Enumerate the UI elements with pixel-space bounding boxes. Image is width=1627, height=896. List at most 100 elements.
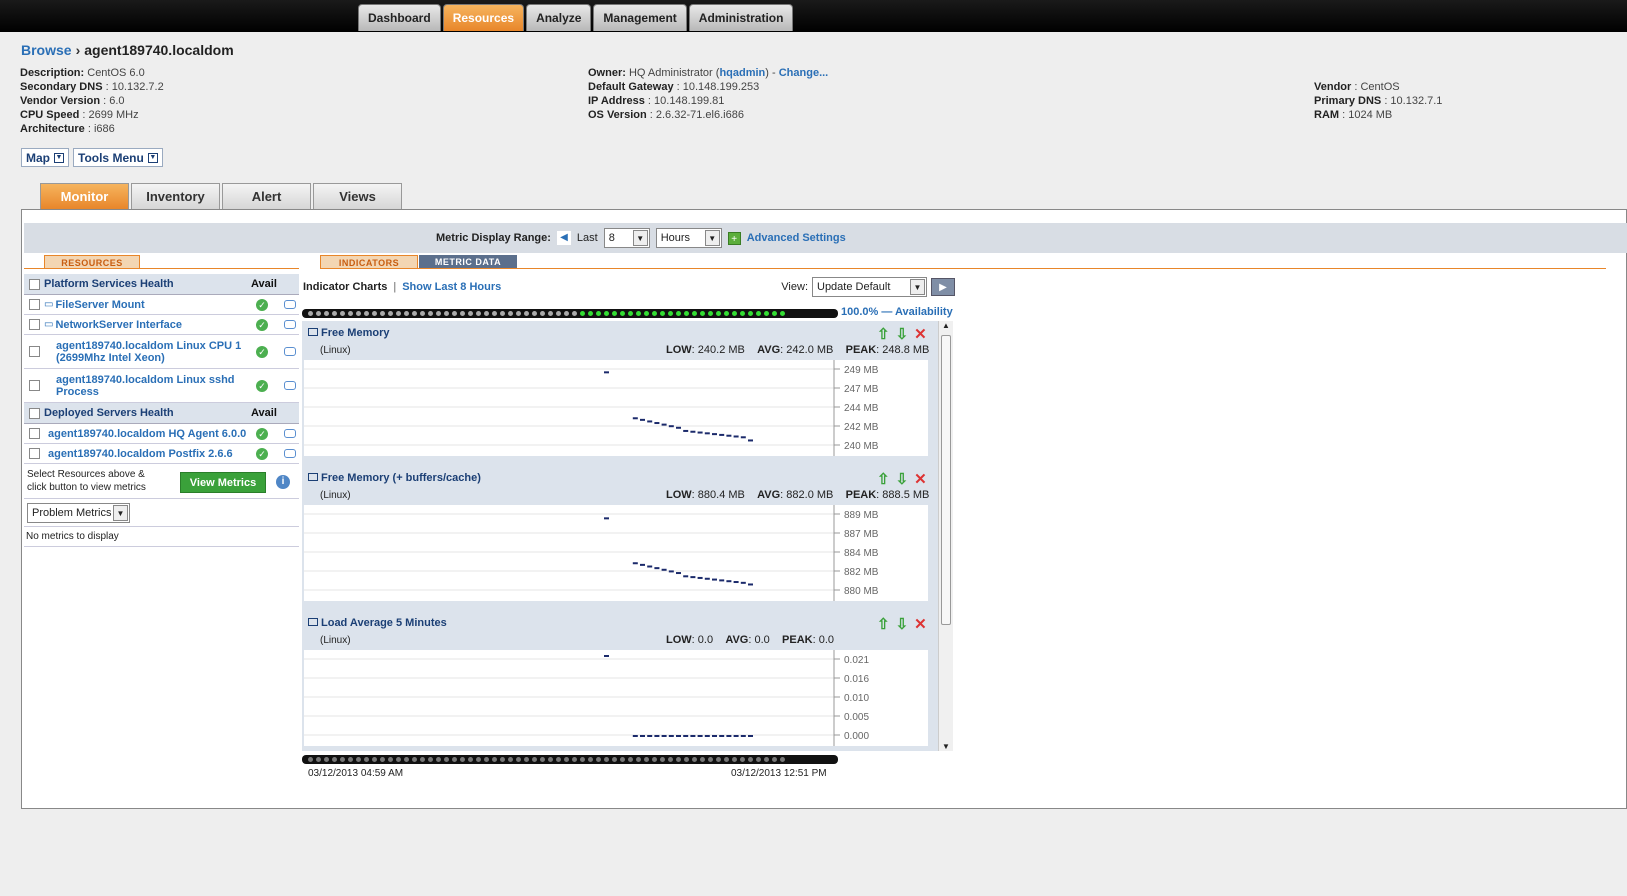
- availability-dot: [332, 311, 337, 316]
- go-arrow-icon[interactable]: ▶: [931, 278, 955, 296]
- remove-chart-icon[interactable]: ✕: [914, 325, 927, 343]
- tab-alert[interactable]: Alert: [222, 183, 311, 209]
- scrollbar-thumb[interactable]: [941, 335, 951, 625]
- tab-administration[interactable]: Administration: [688, 4, 794, 31]
- resource-link[interactable]: agent189740.localdom HQ Agent 6.0.0: [44, 428, 256, 440]
- range-back-icon[interactable]: ◀: [556, 231, 571, 245]
- availability-dot: [748, 311, 753, 316]
- resource-link[interactable]: NetworkServer Interface: [55, 319, 256, 331]
- timeline-dot: [492, 757, 497, 762]
- data-point: [676, 735, 681, 737]
- select-all-checkbox[interactable]: [29, 407, 40, 419]
- list-item[interactable]: agent189740.localdom HQ Agent 6.0.0 ✓: [24, 424, 299, 444]
- row-checkbox[interactable]: [29, 299, 40, 310]
- row-checkbox[interactable]: [29, 380, 40, 391]
- availability-dot: [452, 311, 457, 316]
- availability-dot: [500, 311, 505, 316]
- move-down-icon[interactable]: ⇩: [896, 325, 909, 343]
- move-up-icon[interactable]: ⇧: [877, 325, 890, 343]
- view-select[interactable]: Update Default ▼: [812, 277, 927, 297]
- data-point: [604, 517, 609, 520]
- remove-chart-icon[interactable]: ✕: [914, 615, 927, 633]
- chevron-down-icon: ▼: [704, 230, 720, 246]
- y-tick-label: 882 MB: [844, 567, 879, 578]
- expand-icon[interactable]: +: [727, 231, 741, 245]
- list-item[interactable]: agent189740.localdom Postfix 2.6.6 ✓: [24, 444, 299, 464]
- resource-link[interactable]: agent189740.localdom Postfix 2.6.6: [44, 448, 256, 460]
- charts-scrollbar[interactable]: ▲ ▼: [938, 321, 953, 751]
- comment-icon[interactable]: [284, 449, 296, 458]
- comment-icon[interactable]: [284, 381, 296, 390]
- availability-dot: [364, 311, 369, 316]
- prop-ram: RAM : 1024 MB: [1314, 109, 1393, 121]
- comment-icon[interactable]: [284, 320, 296, 329]
- folder-icon: ▭: [44, 299, 54, 310]
- range-count-select[interactable]: 8 ▼: [603, 228, 650, 248]
- row-checkbox[interactable]: [29, 428, 40, 439]
- comment-icon[interactable]: [284, 429, 296, 438]
- chart-stats: LOW: 0.0 AVG: 0.0 PEAK: 0.0: [666, 634, 834, 646]
- resource-link[interactable]: agent189740.localdom Linux sshd Process: [44, 374, 256, 398]
- timeline-dot: [676, 757, 681, 762]
- chart-title[interactable]: Free Memory: [308, 327, 389, 339]
- stat-peak: 888.5 MB: [882, 489, 930, 501]
- remove-chart-icon[interactable]: ✕: [914, 470, 927, 488]
- owner-link[interactable]: hqadmin: [719, 67, 765, 79]
- advanced-settings-link[interactable]: Advanced Settings: [747, 232, 846, 244]
- range-unit-value: Hours: [660, 232, 691, 244]
- timeline-dot: [716, 757, 721, 762]
- timeline-dot: [668, 757, 673, 762]
- tab-indicators[interactable]: INDICATORS: [320, 255, 418, 269]
- row-checkbox[interactable]: [29, 448, 40, 459]
- data-point: [726, 580, 732, 583]
- move-down-icon[interactable]: ⇩: [896, 615, 909, 633]
- resource-link[interactable]: agent189740.localdom Linux CPU 1 (2699Mh…: [44, 340, 256, 364]
- chart-title[interactable]: Load Average 5 Minutes: [308, 617, 447, 629]
- breadcrumb: Browse › agent189740.localdom: [21, 42, 234, 58]
- data-point: [647, 735, 653, 737]
- divider: [24, 498, 299, 499]
- prop-owner: Owner: HQ Administrator (hqadmin) - Chan…: [588, 67, 829, 79]
- tab-analyze[interactable]: Analyze: [526, 4, 592, 31]
- comment-icon[interactable]: [284, 347, 296, 356]
- problem-metrics-select[interactable]: Problem Metrics ▼: [27, 503, 130, 523]
- tab-views[interactable]: Views: [313, 183, 402, 209]
- list-item[interactable]: agent189740.localdom Linux sshd Process …: [24, 369, 299, 403]
- scroll-down-icon[interactable]: ▼: [942, 742, 950, 751]
- y-tick-label: 0.021: [844, 655, 869, 666]
- tab-monitor[interactable]: Monitor: [40, 183, 129, 209]
- range-unit-select[interactable]: Hours ▼: [655, 228, 722, 248]
- resource-link[interactable]: FileServer Mount: [55, 299, 256, 311]
- list-item[interactable]: ▭ NetworkServer Interface ✓: [24, 315, 299, 335]
- row-checkbox[interactable]: [29, 319, 40, 330]
- list-item[interactable]: agent189740.localdom Linux CPU 1 (2699Mh…: [24, 335, 299, 369]
- row-checkbox[interactable]: [29, 346, 40, 357]
- info-icon[interactable]: i: [276, 475, 290, 489]
- tab-resources[interactable]: Resources: [442, 4, 525, 31]
- timeline-bar[interactable]: [302, 755, 838, 764]
- comment-icon[interactable]: [284, 300, 296, 309]
- tab-inventory[interactable]: Inventory: [131, 183, 220, 209]
- availability-dot: [548, 311, 553, 316]
- timeline-dot: [596, 757, 601, 762]
- data-point: [661, 568, 667, 571]
- show-last-link[interactable]: Show Last 8 Hours: [402, 281, 501, 293]
- move-down-icon[interactable]: ⇩: [896, 470, 909, 488]
- map-menu-button[interactable]: Map ▼: [21, 148, 69, 167]
- data-point: [697, 735, 703, 737]
- move-up-icon[interactable]: ⇧: [877, 470, 890, 488]
- tab-dashboard[interactable]: Dashboard: [358, 4, 441, 31]
- change-owner-link[interactable]: Change...: [779, 67, 829, 79]
- list-item[interactable]: ▭ FileServer Mount ✓: [24, 295, 299, 315]
- scroll-up-icon[interactable]: ▲: [942, 321, 950, 330]
- breadcrumb-browse-link[interactable]: Browse: [21, 42, 72, 58]
- data-point: [712, 578, 717, 581]
- move-up-icon[interactable]: ⇧: [877, 615, 890, 633]
- tools-menu-button[interactable]: Tools Menu ▼: [73, 148, 163, 167]
- tab-management[interactable]: Management: [593, 4, 687, 31]
- select-all-checkbox[interactable]: [29, 278, 40, 290]
- chart-title[interactable]: Free Memory (+ buffers/cache): [308, 472, 481, 484]
- tab-metric-data[interactable]: METRIC DATA: [419, 255, 517, 269]
- view-metrics-button[interactable]: View Metrics: [180, 472, 266, 493]
- tab-resources-panel[interactable]: RESOURCES: [44, 255, 140, 269]
